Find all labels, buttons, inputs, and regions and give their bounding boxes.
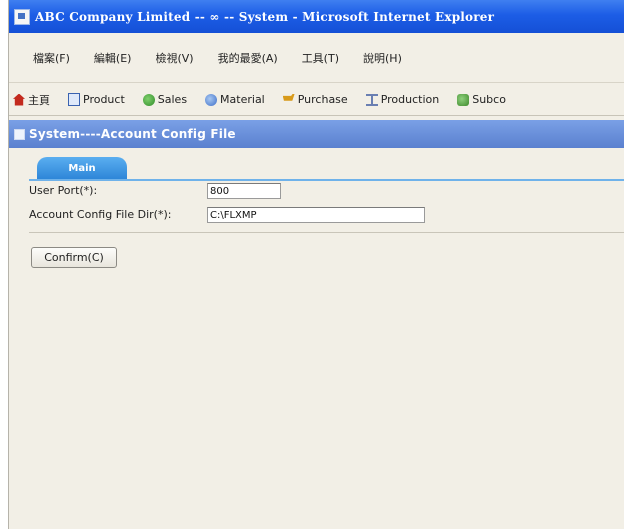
toolbar-item-label: Material (220, 93, 265, 106)
page-title: System----Account Config File (29, 127, 236, 141)
toolbar-item-label: Product (83, 93, 125, 106)
toolbar-item-label: Sales (157, 93, 188, 106)
product-icon (68, 93, 80, 106)
page-icon (14, 128, 25, 140)
module-toolbar: 主頁 Product Sales Material Purchase Produ… (9, 84, 624, 116)
menu-tools[interactable]: 工具(T) (300, 48, 341, 68)
menu-help[interactable]: 說明(H) (361, 48, 404, 68)
page-header-bar: System----Account Config File (9, 120, 624, 148)
user-port-label: User Port(*): (29, 184, 98, 197)
ie-window-icon[interactable] (14, 8, 30, 25)
browser-window: ABC Company Limited -- ∞ -- System - Mic… (8, 0, 624, 529)
config-dir-label: Account Config File Dir(*): (29, 208, 172, 221)
toolbar-item-material[interactable]: Material (205, 93, 265, 106)
toolbar-item-label: Production (380, 93, 440, 106)
toolbar-item-home[interactable]: 主頁 (13, 92, 50, 108)
home-icon (13, 93, 25, 106)
toolbar-item-subcon[interactable]: Subco (457, 93, 506, 106)
window-title: ABC Company Limited -- ∞ -- System - Mic… (35, 9, 495, 24)
subcon-icon (457, 93, 470, 106)
toolbar-item-sales[interactable]: Sales (142, 93, 188, 106)
menu-file[interactable]: 檔案(F) (31, 48, 72, 68)
menu-favorites[interactable]: 我的最愛(A) (216, 48, 280, 68)
toolbar-item-label: Purchase (297, 93, 348, 106)
menu-view[interactable]: 檢視(V) (153, 48, 195, 68)
divider (29, 232, 624, 233)
menu-edit[interactable]: 編輯(E) (92, 48, 134, 68)
material-icon (205, 93, 218, 106)
toolbar-item-purchase[interactable]: Purchase (282, 93, 348, 106)
content-area: Main User Port(*): Account Config File D… (9, 150, 624, 529)
user-port-input[interactable] (207, 183, 281, 199)
menu-bar: 檔案(F) 編輯(E) 檢視(V) 我的最愛(A) 工具(T) 說明(H) (9, 34, 624, 83)
tab-underline (29, 179, 624, 181)
production-icon (365, 93, 378, 106)
sales-icon (142, 93, 155, 106)
toolbar-item-label: Subco (472, 93, 506, 106)
toolbar-item-product[interactable]: Product (68, 93, 125, 106)
tab-main[interactable]: Main (37, 157, 127, 179)
title-bar[interactable]: ABC Company Limited -- ∞ -- System - Mic… (9, 0, 624, 33)
purchase-icon (282, 93, 295, 101)
toolbar-item-production[interactable]: Production (365, 93, 440, 106)
confirm-button[interactable]: Confirm(C) (31, 247, 117, 268)
config-dir-input[interactable] (207, 207, 425, 223)
toolbar-item-label: 主頁 (28, 93, 50, 107)
